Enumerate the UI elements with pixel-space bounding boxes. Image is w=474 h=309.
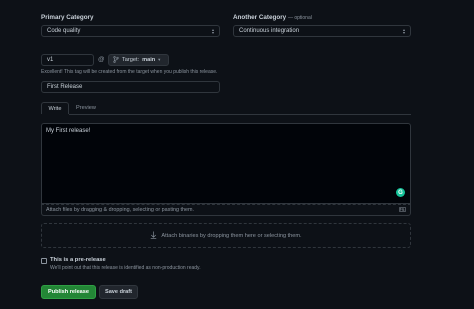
updown-icon: ▴ ▾ (211, 27, 214, 35)
tab-divider (69, 114, 411, 115)
primary-category-label: Primary Category (41, 14, 94, 21)
release-title-input[interactable]: First Release (41, 81, 220, 93)
updown-icon: ▴ ▾ (402, 27, 405, 35)
git-branch-icon (113, 55, 119, 65)
attach-files-text: Attach files by dragging & dropping, sel… (46, 207, 195, 213)
tab-write[interactable]: Write (41, 102, 69, 114)
publish-release-button[interactable]: Publish release (41, 285, 96, 299)
release-body-text: My First release! (46, 128, 91, 134)
release-title-value: First Release (47, 84, 83, 90)
prerelease-hint: We'll point out that this release is ide… (50, 265, 201, 271)
another-category-title: Another Category (233, 14, 287, 21)
target-branch-name: main (142, 57, 156, 63)
arrow-down-icon (150, 231, 157, 241)
another-category-select[interactable]: Continuous integration ▴ ▾ (233, 25, 411, 37)
binaries-text: Attach binaries by dropping them here or… (161, 232, 302, 239)
tab-preview[interactable]: Preview (70, 102, 102, 114)
attach-files-bar[interactable]: Attach files by dragging & dropping, sel… (41, 204, 411, 216)
prerelease-checkbox[interactable] (41, 258, 47, 264)
primary-category-value: Code quality (47, 28, 81, 34)
tag-value: v1 (47, 57, 54, 63)
tag-input[interactable]: v1 (41, 54, 94, 66)
markdown-icon (399, 206, 406, 214)
binaries-dropzone[interactable]: Attach binaries by dropping them here or… (41, 223, 411, 248)
save-draft-button[interactable]: Save draft (99, 285, 138, 299)
release-body-textarea[interactable]: My First release! G (41, 123, 411, 204)
primary-category-select[interactable]: Code quality ▴ ▾ (41, 25, 220, 37)
caret-down-icon: ▾ (158, 57, 161, 62)
target-prefix: Target: (122, 57, 140, 63)
another-category-label: Another Category — optional (233, 14, 312, 21)
target-branch-button[interactable]: Target: main ▾ (108, 54, 169, 66)
at-sign: @ (98, 56, 105, 63)
another-category-value: Continuous integration (239, 28, 300, 34)
prerelease-label[interactable]: This is a pre-release (50, 257, 106, 263)
grammarly-icon[interactable]: G (396, 188, 405, 197)
optional-note: — optional (287, 15, 312, 21)
tag-hint: Excellent! This tag will be created from… (41, 69, 218, 75)
